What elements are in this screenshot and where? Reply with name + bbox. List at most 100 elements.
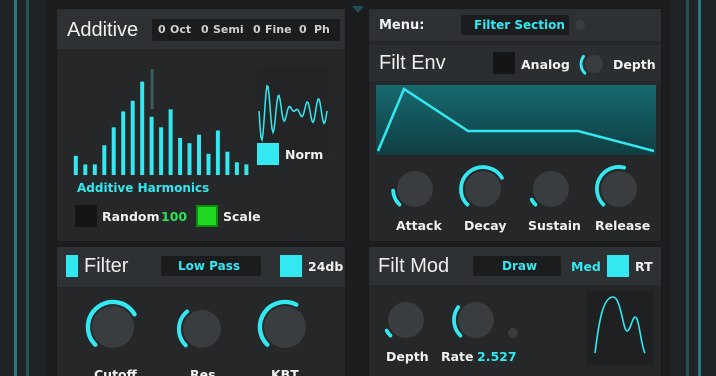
sustain-knob[interactable] bbox=[525, 163, 577, 215]
harmonic-bar[interactable] bbox=[215, 130, 220, 176]
right-rail bbox=[670, 0, 716, 376]
filter-title: Filter bbox=[84, 255, 129, 277]
menu-select[interactable]: Filter Section bbox=[461, 15, 569, 35]
analog-checkbox[interactable] bbox=[493, 52, 515, 74]
filt-env-panel: Menu: Filter Section Filt Env Analog Dep… bbox=[368, 8, 662, 242]
rate-label: Rate bbox=[441, 349, 474, 364]
additive-panel: Additive 0 Oct 0 Semi 0 Fine 0 Ph Norm A… bbox=[56, 8, 346, 242]
harmonic-bar[interactable] bbox=[244, 164, 249, 175]
harmonic-bar[interactable] bbox=[130, 100, 135, 175]
ph-value[interactable]: 0 bbox=[299, 23, 307, 36]
knob-value-arc bbox=[579, 54, 587, 75]
release-label: Release bbox=[595, 218, 651, 233]
knob-body bbox=[183, 310, 221, 348]
filt-mod-title: Filt Mod bbox=[378, 255, 450, 277]
menu-value: Filter Section bbox=[474, 18, 565, 32]
rt-label: RT bbox=[635, 259, 653, 274]
release-knob[interactable] bbox=[593, 163, 645, 215]
harmonic-bar[interactable] bbox=[187, 143, 192, 175]
norm-checkbox[interactable] bbox=[257, 143, 279, 165]
harmonic-bar[interactable] bbox=[83, 164, 88, 175]
env-depth-label: Depth bbox=[613, 57, 656, 72]
knob-body bbox=[465, 171, 501, 207]
oct-value[interactable]: 0 bbox=[158, 23, 166, 36]
harmonic-bar[interactable] bbox=[149, 116, 154, 175]
med-label[interactable]: Med bbox=[571, 259, 601, 274]
cutoff-knob[interactable] bbox=[83, 297, 143, 357]
harmonic-bar[interactable] bbox=[159, 127, 164, 175]
harmonic-bar[interactable] bbox=[206, 153, 211, 175]
harmonic-bar[interactable] bbox=[73, 155, 78, 175]
semi-value[interactable]: 0 bbox=[201, 23, 209, 36]
mod-mode-select[interactable]: Draw bbox=[473, 256, 561, 276]
scale-checkbox[interactable] bbox=[196, 205, 218, 227]
res-knob[interactable] bbox=[174, 301, 230, 357]
ph-label: Ph bbox=[314, 23, 330, 36]
filter-type-select[interactable]: Low Pass bbox=[161, 256, 261, 276]
kbt-label: KBT bbox=[271, 367, 299, 376]
harmonic-bar[interactable] bbox=[111, 127, 116, 175]
rate-value[interactable]: 2.527 bbox=[477, 349, 517, 364]
knob-body bbox=[388, 302, 424, 338]
additive-title: Additive bbox=[67, 19, 139, 41]
24db-checkbox[interactable] bbox=[280, 255, 302, 277]
rt-checkbox[interactable] bbox=[607, 255, 629, 277]
knob-body bbox=[533, 171, 569, 207]
env-depth-knob[interactable] bbox=[579, 49, 609, 79]
top-notch bbox=[352, 6, 364, 13]
mod-depth-label: Depth bbox=[386, 349, 429, 364]
decay-label: Decay bbox=[464, 218, 507, 233]
harmonic-bar[interactable] bbox=[234, 162, 239, 175]
knob-body bbox=[458, 302, 494, 338]
additive-harmonics-label: Additive Harmonics bbox=[77, 181, 210, 195]
harmonic-bar[interactable] bbox=[92, 164, 97, 175]
knob-body bbox=[397, 171, 433, 207]
decay-knob[interactable] bbox=[457, 163, 509, 215]
mod-depth-knob[interactable] bbox=[381, 295, 431, 345]
semi-label: Semi bbox=[213, 23, 244, 36]
norm-label: Norm bbox=[285, 147, 324, 162]
oct-label: Oct bbox=[170, 23, 192, 36]
cutoff-label: Cutoff bbox=[94, 367, 137, 376]
mod-mode-value: Draw bbox=[502, 259, 538, 273]
menu-indicator-dot bbox=[575, 20, 585, 30]
knob-body bbox=[601, 171, 637, 207]
random-toggle[interactable] bbox=[75, 205, 97, 227]
knob-value-arc bbox=[529, 197, 538, 207]
harmonic-bar[interactable] bbox=[197, 134, 201, 175]
left-rail-line-inner bbox=[26, 0, 29, 376]
filter-enable-checkbox[interactable] bbox=[66, 255, 78, 277]
filt-env-title: Filt Env bbox=[379, 52, 446, 74]
harmonic-bar[interactable] bbox=[178, 137, 183, 175]
harmonic-cursor bbox=[150, 69, 154, 109]
attack-knob[interactable] bbox=[389, 163, 441, 215]
filt-mod-panel: Filt Mod Draw Med RT Depth Rate 2.527 bbox=[368, 246, 662, 376]
knob-value-arc bbox=[384, 328, 393, 338]
right-rail-line-inner bbox=[686, 0, 689, 376]
filter-type-value: Low Pass bbox=[178, 259, 241, 273]
24db-label: 24db bbox=[308, 259, 344, 274]
harmonic-bar[interactable] bbox=[225, 151, 230, 175]
attack-label: Attack bbox=[396, 218, 442, 233]
menu-label: Menu: bbox=[379, 18, 425, 33]
fine-label: Fine bbox=[265, 23, 292, 36]
mod-shape-display[interactable] bbox=[587, 291, 653, 365]
rate-knob[interactable] bbox=[451, 295, 501, 345]
right-rail-line bbox=[698, 0, 701, 376]
kbt-knob[interactable] bbox=[255, 297, 315, 357]
left-rail-line bbox=[14, 0, 17, 376]
harmonic-bar[interactable] bbox=[121, 111, 126, 175]
harmonic-bar[interactable] bbox=[102, 145, 107, 175]
rate-sync-dot[interactable] bbox=[508, 328, 518, 338]
harmonic-bar[interactable] bbox=[168, 109, 173, 175]
sustain-label: Sustain bbox=[528, 218, 581, 233]
filter-panel: Filter Low Pass 24db Cutoff Res KBT bbox=[56, 246, 346, 376]
filter-envelope-display[interactable] bbox=[376, 85, 656, 155]
additive-harmonics-editor[interactable] bbox=[71, 65, 251, 175]
additive-params-display: 0 Oct 0 Semi 0 Fine 0 Ph bbox=[152, 19, 340, 41]
scale-label: Scale bbox=[223, 209, 261, 224]
random-value[interactable]: 100 bbox=[161, 209, 187, 224]
harmonic-bar[interactable] bbox=[140, 81, 145, 175]
knob-body bbox=[264, 306, 306, 348]
fine-value[interactable]: 0 bbox=[253, 23, 261, 36]
